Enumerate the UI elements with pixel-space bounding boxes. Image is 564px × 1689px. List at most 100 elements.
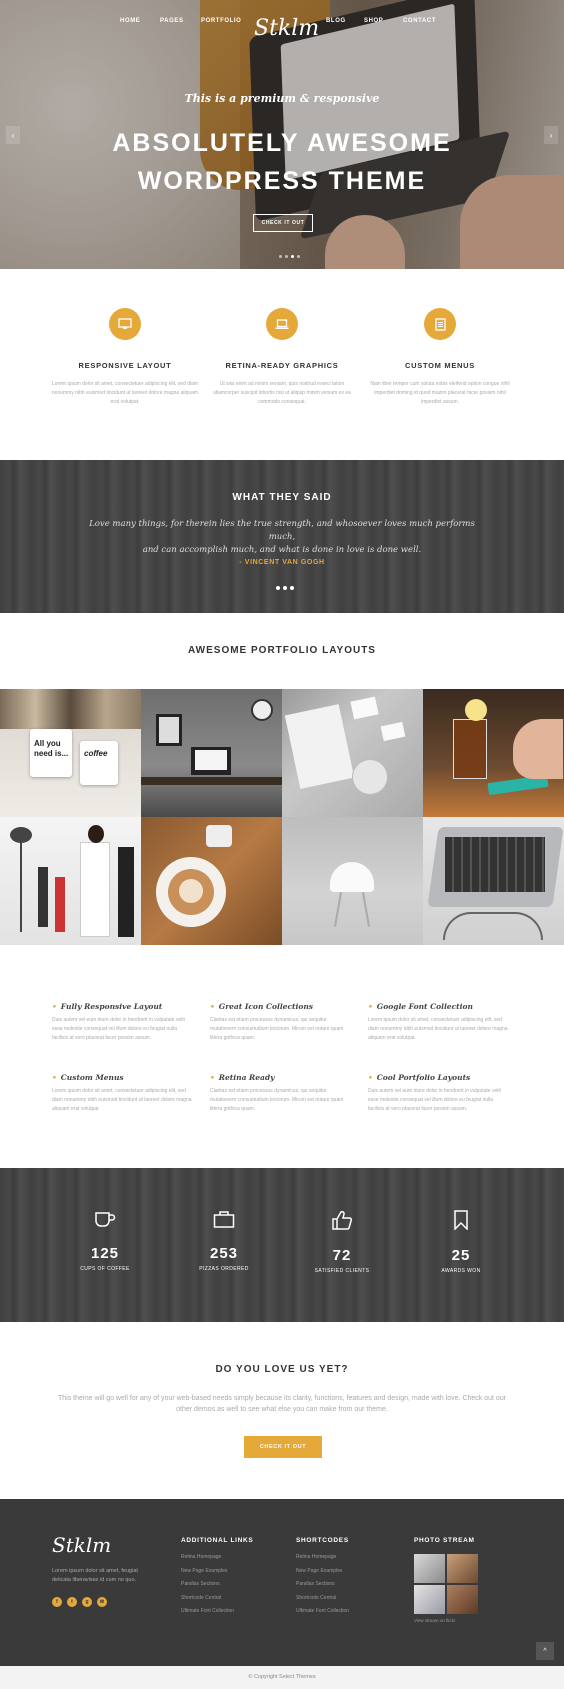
nav-shop[interactable]: SHOP	[364, 18, 383, 24]
monitor-icon	[109, 308, 141, 340]
nav-contact[interactable]: CONTACT	[403, 18, 436, 24]
feature-list-title: Great Icon Collections	[218, 1002, 314, 1011]
slider-dot-active[interactable]	[291, 255, 294, 258]
feature-list-title: Fully Responsive Layout	[60, 1002, 163, 1011]
footer-link[interactable]: Retina Homepage	[296, 1554, 349, 1568]
feature-list-title: Google Font Collection	[376, 1002, 473, 1011]
photo-thumbnail[interactable]	[414, 1554, 445, 1583]
portfolio-item-stationery[interactable]	[282, 689, 423, 817]
slider-dot[interactable]	[285, 255, 288, 258]
footer-link[interactable]: Retina Homepage	[181, 1554, 253, 1568]
footer-socials: f t g ✉	[52, 1597, 107, 1607]
bookmark-icon	[411, 1210, 511, 1235]
hero-check-it-out-button[interactable]: CHECK IT OUT	[253, 214, 313, 232]
counter-label: CUPS OF COFFEE	[80, 1266, 130, 1272]
nav-pages[interactable]: PAGES	[160, 18, 184, 24]
footer-link[interactable]: New Page Examples	[181, 1568, 253, 1582]
testimonial-title: WHAT THEY SAID	[232, 492, 332, 503]
bullet-icon: •	[210, 1073, 215, 1082]
feature-responsive: RESPONSIVE LAYOUT Lorem ipsum dolor sit …	[50, 308, 200, 407]
counter-label: AWARDS WON	[441, 1268, 481, 1274]
portfolio-item-coffee[interactable]	[141, 817, 282, 945]
counter-number: 125	[90, 1245, 120, 1262]
portfolio-item-chair[interactable]	[282, 817, 423, 945]
portfolio-item-mugs[interactable]: All you need is... coffee	[0, 689, 141, 817]
portfolio-item-laptop[interactable]	[423, 817, 564, 945]
feature-text: Ut wisi enim ad minim veniam, quis nostr…	[213, 381, 351, 405]
portfolio-grid: All you need is... coffee	[0, 689, 564, 945]
counter-awards: 25 AWARDS WON	[411, 1210, 511, 1274]
footer-link[interactable]: Parallax Sections	[296, 1581, 349, 1595]
cta-title: DO YOU LOVE US YET?	[215, 1364, 349, 1375]
counter-number: 253	[209, 1245, 239, 1262]
testimonial-dot[interactable]	[290, 586, 294, 590]
slider-dot[interactable]	[279, 255, 282, 258]
bullet-icon: •	[52, 1002, 57, 1011]
footer-link[interactable]: Ultimate Font Collection	[181, 1608, 253, 1622]
bullet-icon: •	[368, 1073, 373, 1082]
photo-stream-grid	[414, 1554, 478, 1614]
footer-link[interactable]: Ultimate Font Collection	[296, 1608, 349, 1622]
feature-text: Lorem ipsum dolor sit amet, consectetuer…	[51, 381, 199, 405]
counter-label: SATISFIED CLIENTS	[314, 1268, 370, 1274]
cta-text: This theme will go well for any of your …	[57, 1395, 507, 1413]
testimonial-section: WHAT THEY SAID Love many things, for the…	[0, 460, 564, 613]
footer-photostream-column: PHOTO STREAM View stream on flickr	[414, 1537, 478, 1623]
nav-home[interactable]: HOME	[120, 18, 140, 24]
counter-number: 25	[451, 1247, 471, 1264]
footer-link[interactable]: Parallax Sections	[181, 1581, 253, 1595]
feature-list-title: Retina Ready	[218, 1073, 275, 1082]
feature-list-item: • Cool Portfolio Layouts Duis autem vel e…	[368, 1073, 508, 1114]
photo-thumbnail[interactable]	[414, 1585, 445, 1614]
google-plus-icon[interactable]: g	[82, 1597, 92, 1607]
testimonial-dot[interactable]	[283, 586, 287, 590]
footer-about-text: Lorem ipsum dolor sit amet, feugiat deli…	[52, 1568, 138, 1583]
flickr-link[interactable]: View stream on flickr	[414, 1618, 478, 1623]
feature-list-text: Duis autem vel eum iriure dolor in hendr…	[368, 1088, 501, 1112]
hero-title-line2: WORDPRESS THEME	[137, 167, 427, 195]
feature-menus: CUSTOM MENUS Nam liber tempor cum soluta…	[365, 308, 515, 407]
feature-text: Nam liber tempor cum soluta nobis eleife…	[370, 381, 510, 405]
counter-clients: 72 SATISFIED CLIENTS	[292, 1210, 392, 1274]
photo-thumbnail[interactable]	[447, 1585, 478, 1614]
testimonial-author: - VINCENT VAN GOGH	[239, 559, 325, 566]
laptop-icon	[266, 308, 298, 340]
hero-subtitle: This is a premium & responsive	[184, 92, 380, 105]
feature-list-text: Lorem ipsum dolor sit amet, consectetuer…	[52, 1088, 192, 1112]
feature-list-item: • Great Icon Collections Claritas est eti…	[210, 1002, 350, 1043]
footer-shortcodes-column: SHORTCODES Retina Homepage New Page Exam…	[296, 1537, 349, 1622]
twitter-icon[interactable]: t	[67, 1597, 77, 1607]
bullet-icon: •	[52, 1073, 57, 1082]
footer-logo[interactable]: Stklm	[52, 1533, 111, 1557]
portfolio-item-drink[interactable]	[423, 689, 564, 817]
site-logo[interactable]: Stklm	[254, 16, 319, 41]
footer-column-title: ADDITIONAL LINKS	[181, 1537, 254, 1544]
hero-title-line1: ABSOLUTELY AWESOME	[112, 129, 452, 157]
portfolio-item-desk[interactable]	[141, 689, 282, 817]
footer: Stklm Lorem ipsum dolor sit amet, feugia…	[0, 1499, 564, 1666]
back-to-top-icon[interactable]: ^	[536, 1642, 554, 1660]
footer-link[interactable]: Shortcode Central	[296, 1595, 349, 1609]
counter-label: PIZZAS ORDERED	[199, 1266, 249, 1272]
counter-pizzas: 253 PIZZAS ORDERED	[174, 1210, 274, 1272]
slider-prev-arrow-icon[interactable]: ‹	[6, 126, 20, 144]
coffee-cup-icon	[55, 1210, 155, 1233]
feature-list-text: Claritas est etiam processus dynamicus, …	[210, 1088, 344, 1112]
testimonial-dot[interactable]	[276, 586, 280, 590]
footer-column-title: PHOTO STREAM	[414, 1537, 475, 1544]
counter-coffee: 125 CUPS OF COFFEE	[55, 1210, 155, 1272]
bullet-icon: •	[368, 1002, 373, 1011]
portfolio-item-photoshoot[interactable]	[0, 817, 141, 945]
thumbs-up-icon	[292, 1210, 392, 1235]
slider-dot[interactable]	[297, 255, 300, 258]
footer-link[interactable]: Shortcode Central	[181, 1595, 253, 1609]
portfolio-title: AWESOME PORTFOLIO LAYOUTS	[188, 645, 376, 656]
facebook-icon[interactable]: f	[52, 1597, 62, 1607]
slider-next-arrow-icon[interactable]: ›	[544, 126, 558, 144]
cta-check-it-out-button[interactable]: CHECK IT OUT	[244, 1436, 322, 1458]
nav-portfolio[interactable]: PORTFOLIO	[201, 18, 241, 24]
photo-thumbnail[interactable]	[447, 1554, 478, 1583]
email-icon[interactable]: ✉	[97, 1597, 107, 1607]
nav-blog[interactable]: BLOG	[326, 18, 346, 24]
footer-link[interactable]: New Page Examples	[296, 1568, 349, 1582]
